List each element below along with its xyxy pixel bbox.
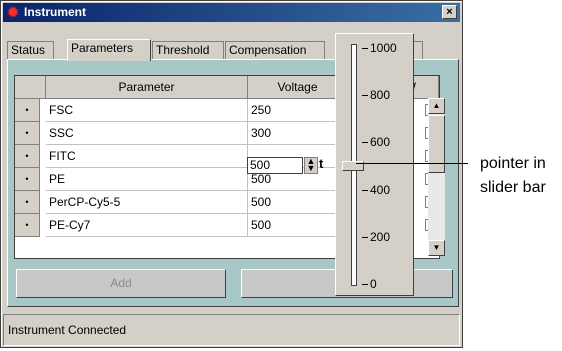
title-bar: ✹ Instrument × xyxy=(3,3,460,22)
slider-tick xyxy=(362,48,368,49)
status-bar: Instrument Connected xyxy=(3,314,460,346)
slider-tick-label: 800 xyxy=(370,88,391,103)
row-selector[interactable]: • xyxy=(15,99,40,122)
arrow-up-icon[interactable]: ▲ xyxy=(428,98,445,114)
slider-tick-label: 400 xyxy=(370,182,391,197)
row-selector[interactable]: • xyxy=(15,122,40,145)
voltage-cell[interactable]: 500 xyxy=(248,214,348,237)
tab-parameters[interactable]: Parameters xyxy=(67,39,151,61)
tab-threshold[interactable]: Threshold xyxy=(152,41,224,59)
callout-line xyxy=(356,163,468,164)
arrow-down-icon[interactable]: ▼ xyxy=(428,240,445,256)
callout-line-2: slider bar xyxy=(480,179,546,196)
row-selector[interactable]: • xyxy=(15,191,40,214)
parameter-cell[interactable]: FSC xyxy=(46,99,248,122)
voltage-cell[interactable]: 500 xyxy=(248,191,348,214)
tab-compensation[interactable]: Compensation xyxy=(225,41,325,59)
callout-label: pointer in slider bar xyxy=(480,152,546,200)
voltage-cell[interactable]: 300 xyxy=(248,122,348,145)
window-title: Instrument xyxy=(24,5,87,19)
spin-arrows-icon[interactable]: ▲ ▼ xyxy=(304,157,318,174)
slider-tick xyxy=(362,95,368,97)
callout-line-1: pointer in xyxy=(480,155,546,172)
voltage-cell[interactable]: 250 xyxy=(248,99,348,122)
close-button[interactable]: × xyxy=(442,5,457,19)
tab-status[interactable]: Status xyxy=(7,41,54,59)
voltage-slider-popup[interactable]: 1000 800 600 400 200 0 xyxy=(335,33,414,296)
slider-tick xyxy=(362,189,368,191)
slider-tick xyxy=(362,284,368,285)
column-header-parameter[interactable]: Parameter xyxy=(46,76,248,99)
slider-toggle-icon[interactable]: t xyxy=(319,156,323,171)
voltage-edit-field[interactable]: 500 xyxy=(247,157,303,174)
slider-tick xyxy=(362,236,368,238)
slider-tick-label: 600 xyxy=(370,135,391,150)
parameter-cell[interactable]: PE xyxy=(46,168,248,191)
parameter-cell[interactable]: PerCP-Cy5-5 xyxy=(46,191,248,214)
scrollbar-thumb[interactable] xyxy=(428,115,445,173)
column-header-voltage[interactable]: Voltage xyxy=(248,76,348,99)
parameter-cell[interactable]: FITC xyxy=(46,145,248,168)
slider-tick xyxy=(362,142,368,144)
table-scrollbar[interactable]: ▲ ▼ xyxy=(428,98,445,256)
slider-tick-label: 0 xyxy=(370,277,377,291)
row-selector[interactable]: • xyxy=(15,214,40,237)
starburst-icon: ✹ xyxy=(7,4,19,20)
parameter-cell[interactable]: PE-Cy7 xyxy=(46,214,248,237)
slider-tick-label: 1000 xyxy=(370,41,397,55)
add-button[interactable]: Add xyxy=(16,269,226,298)
row-selector[interactable]: • xyxy=(15,145,40,168)
slider-tick-label: 200 xyxy=(370,229,391,244)
row-header-corner xyxy=(15,76,46,99)
row-selector[interactable]: • xyxy=(15,168,40,191)
instrument-window: ✹ Instrument × Status Parameters Thresho… xyxy=(0,0,463,348)
parameter-cell[interactable]: SSC xyxy=(46,122,248,145)
